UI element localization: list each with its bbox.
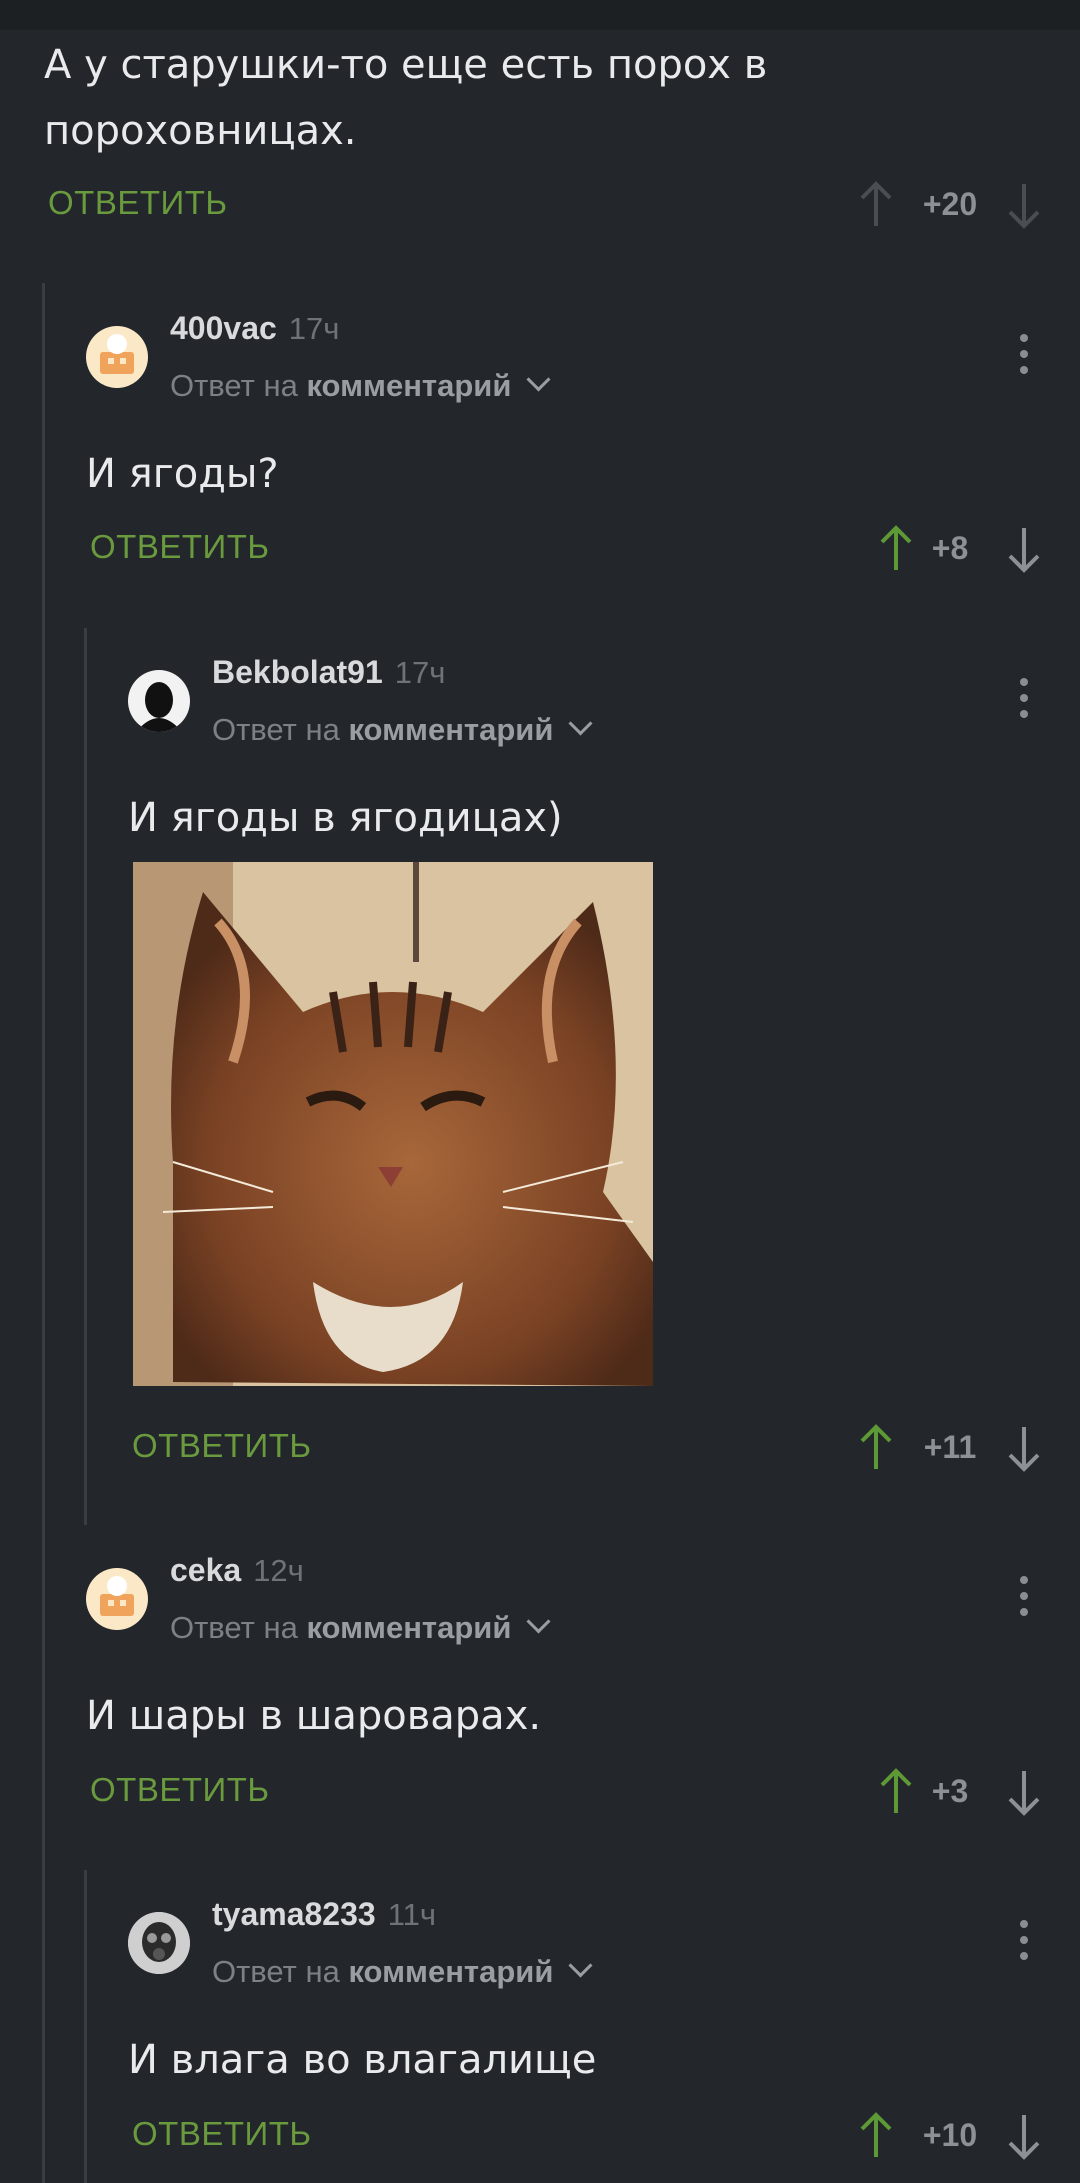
- reply-button[interactable]: ОТВЕТИТЬ: [132, 1427, 312, 1465]
- upvote-icon[interactable]: [856, 1423, 896, 1473]
- comment-text: И ягоды в ягодицах): [128, 795, 563, 841]
- upvote-icon[interactable]: [856, 180, 896, 230]
- avatar[interactable]: [128, 670, 190, 732]
- chevron-down-icon[interactable]: [568, 1953, 593, 1978]
- downvote-icon[interactable]: [1004, 2111, 1044, 2161]
- comment-text: И влага во влагалище: [128, 2037, 597, 2083]
- upvote-icon[interactable]: [876, 524, 916, 574]
- comment-text: И ягоды?: [86, 451, 279, 497]
- username[interactable]: Bekbolat91: [212, 654, 383, 690]
- username[interactable]: 400vac: [170, 310, 277, 346]
- thread-line: [84, 1870, 87, 2183]
- reply-button[interactable]: ОТВЕТИТЬ: [132, 2115, 312, 2153]
- timestamp: 17ч: [288, 311, 340, 346]
- more-options-icon[interactable]: [1017, 1576, 1031, 1620]
- thread-line: [42, 283, 45, 2183]
- rating: +11: [923, 1429, 977, 1465]
- downvote-icon[interactable]: [1004, 524, 1044, 574]
- chevron-down-icon[interactable]: [526, 1609, 551, 1634]
- chevron-down-icon[interactable]: [526, 367, 551, 392]
- reply-button[interactable]: ОТВЕТИТЬ: [90, 528, 270, 566]
- reply-to[interactable]: Ответ на комментарий: [212, 1953, 593, 1990]
- username[interactable]: tyama8233: [212, 1896, 376, 1932]
- avatar[interactable]: [128, 1912, 190, 1974]
- more-options-icon[interactable]: [1017, 678, 1031, 722]
- rating: +3: [931, 1773, 969, 1809]
- upvote-icon[interactable]: [876, 1767, 916, 1817]
- reply-to[interactable]: Ответ на комментарий: [212, 711, 593, 748]
- thread-line: [84, 628, 87, 1525]
- reply-to[interactable]: Ответ на комментарий: [170, 1609, 551, 1646]
- avatar[interactable]: [86, 1568, 148, 1630]
- rating: +20: [922, 186, 978, 222]
- timestamp: 11ч: [387, 1897, 437, 1932]
- rating: +8: [931, 530, 969, 566]
- timestamp: 12ч: [253, 1553, 304, 1588]
- upvote-icon[interactable]: [856, 2111, 896, 2161]
- comment-text: А у старушки-то еще есть порох в порохов…: [44, 42, 768, 154]
- top-bar: [0, 0, 1080, 30]
- rating: +10: [922, 2117, 978, 2153]
- more-options-icon[interactable]: [1017, 1920, 1031, 1964]
- avatar[interactable]: [86, 326, 148, 388]
- reply-to[interactable]: Ответ на комментарий: [170, 367, 551, 404]
- comment-text: И шары в шароварах.: [86, 1693, 542, 1739]
- reply-button[interactable]: ОТВЕТИТЬ: [48, 184, 228, 222]
- cat-photo[interactable]: [133, 862, 653, 1386]
- chevron-down-icon[interactable]: [568, 711, 593, 736]
- downvote-icon[interactable]: [1004, 1423, 1044, 1473]
- timestamp: 17ч: [394, 655, 446, 690]
- downvote-icon[interactable]: [1004, 180, 1044, 230]
- more-options-icon[interactable]: [1017, 334, 1031, 378]
- reply-button[interactable]: ОТВЕТИТЬ: [90, 1771, 270, 1809]
- downvote-icon[interactable]: [1004, 1767, 1044, 1817]
- username[interactable]: ceka: [170, 1552, 241, 1588]
